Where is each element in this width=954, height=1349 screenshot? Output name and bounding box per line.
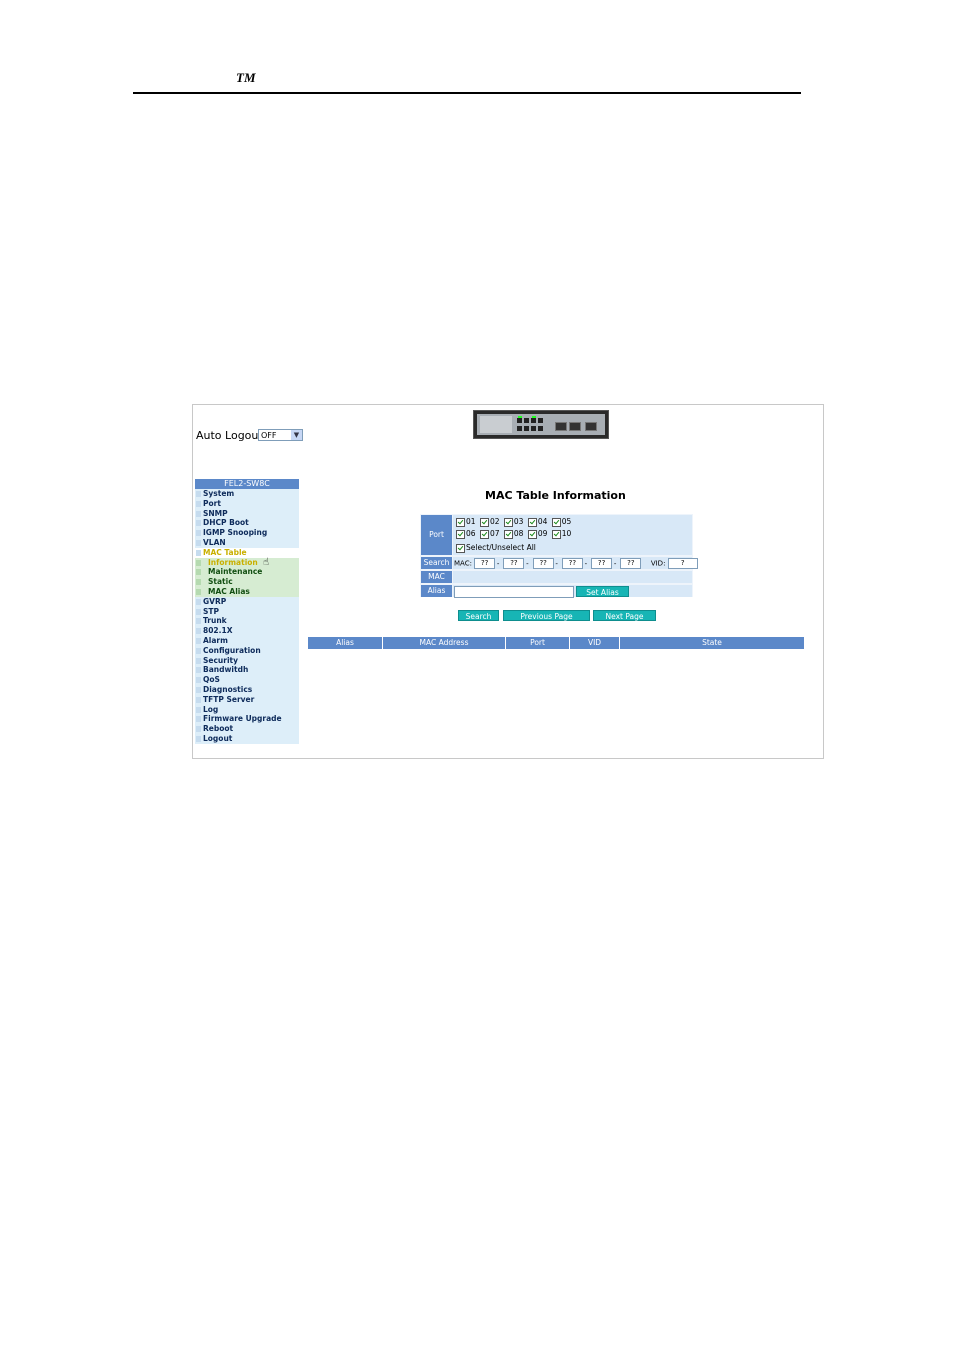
sidebar-item-dhcp-boot[interactable]: DHCP Boot	[195, 518, 299, 529]
sidebar-item-bandwidth[interactable]: Bandwitdh	[195, 665, 299, 676]
column-header-alias: Alias	[308, 637, 383, 649]
sidebar-item-snmp[interactable]: SNMP	[195, 508, 299, 519]
page-title: MAC Table Information	[485, 489, 626, 502]
mac-octet-4-input[interactable]: ??	[561, 558, 583, 569]
sidebar-item-alarm[interactable]: Alarm	[195, 635, 299, 646]
switch-device-image	[473, 410, 609, 439]
sidebar-item-diagnostics[interactable]: Diagnostics	[195, 684, 299, 695]
sidebar-subitem-information[interactable]: Information ☝	[195, 556, 299, 568]
mac-separator: -	[526, 559, 529, 568]
mac-octet-3-input[interactable]: ??	[532, 558, 554, 569]
chevron-down-icon[interactable]: ▼	[291, 430, 302, 440]
auto-logout-label: Auto Logout	[196, 429, 263, 442]
mac-octet-5-input[interactable]: ??	[591, 558, 613, 569]
mac-label: MAC	[421, 571, 452, 583]
port-checkbox-09[interactable]: 09	[527, 529, 547, 539]
port-checkbox-07[interactable]: 07	[479, 529, 499, 539]
port-checkbox-03[interactable]: 03	[503, 517, 523, 527]
mac-search-form: Port 01 02 03 04 05 06 07 08 09 10 Selec…	[420, 514, 698, 598]
sidebar-item-gvrp[interactable]: GVRP	[195, 596, 299, 607]
sidebar-item-firmware-upgrade[interactable]: Firmware Upgrade	[195, 714, 299, 725]
auto-logout-select[interactable]: OFF ▼	[258, 429, 303, 441]
sidebar-subitem-label: Information	[208, 557, 258, 567]
column-header-port: Port	[506, 637, 570, 649]
sidebar-item-port[interactable]: Port	[195, 498, 299, 509]
sidebar-item-log[interactable]: Log	[195, 704, 299, 715]
port-checkbox-row-1: 01 02 03 04 05	[456, 517, 573, 527]
sidebar-item-igmp-snooping[interactable]: IGMP Snooping	[195, 528, 299, 538]
alias-input[interactable]	[454, 586, 574, 598]
port-checkbox-08[interactable]: 08	[503, 529, 523, 539]
port-label: Port	[421, 515, 452, 555]
mac-separator: -	[613, 559, 617, 568]
mac-octet-1-input[interactable]: ??	[474, 558, 496, 569]
port-checkbox-row-2: 06 07 08 09 10	[456, 529, 573, 539]
previous-page-button[interactable]: Previous Page	[503, 610, 590, 621]
sidebar-subitem-maintenance[interactable]: Maintenance	[195, 567, 299, 578]
header-rule	[133, 92, 801, 94]
vid-input[interactable]: ?	[667, 558, 698, 569]
sidebar-item-8021x[interactable]: 802.1X	[195, 626, 299, 636]
sidebar-subitem-static[interactable]: Static	[195, 577, 299, 587]
sidebar-subitem-mac-alias[interactable]: MAC Alias	[195, 586, 299, 597]
mac-search-row: MAC: ?? - ?? - ?? - ?? - ?? - ?? VID: ?	[454, 558, 698, 569]
sidebar-item-configuration[interactable]: Configuration	[195, 645, 299, 656]
select-all-label: Select/Unselect All	[466, 543, 536, 552]
sidebar-item-stp[interactable]: STP	[195, 606, 299, 617]
port-checkbox-01[interactable]: 01	[456, 517, 476, 527]
sidebar-item-vlan[interactable]: VLAN	[195, 537, 299, 548]
vid-label: VID:	[650, 559, 666, 568]
port-checkbox-05[interactable]: 05	[551, 517, 571, 527]
next-page-button[interactable]: Next Page	[593, 610, 656, 621]
sidebar-menu: FEL2-SW8C System Port SNMP DHCP Boot IGM…	[195, 479, 299, 744]
hand-cursor-icon: ☝	[263, 556, 270, 568]
port-checkbox-06[interactable]: 06	[456, 529, 476, 539]
tm-mark: TM	[236, 70, 256, 85]
sidebar-item-logout[interactable]: Logout	[195, 733, 299, 744]
sidebar-item-mac-table[interactable]: MAC Table	[195, 547, 299, 558]
auto-logout-value: OFF	[261, 431, 277, 440]
sidebar-item-security[interactable]: Security	[195, 655, 299, 666]
port-checkbox-04[interactable]: 04	[527, 517, 547, 527]
mac-separator: -	[584, 559, 588, 568]
sidebar-item-system[interactable]: System	[195, 489, 299, 499]
search-label: Search	[421, 557, 452, 569]
column-header-mac-address: MAC Address	[383, 637, 506, 649]
set-alias-button[interactable]: Set Alias	[576, 586, 629, 597]
search-button[interactable]: Search	[458, 610, 499, 621]
port-checkbox-10[interactable]: 10	[551, 529, 571, 539]
web-ui-screenshot: Auto Logout OFF ▼ FEL2-SW8C System Port …	[192, 404, 824, 759]
column-header-state: State	[620, 637, 805, 649]
port-checkbox-02[interactable]: 02	[479, 517, 499, 527]
alias-label: Alias	[421, 585, 452, 597]
mac-octet-6-input[interactable]: ??	[620, 558, 642, 569]
sidebar-item-reboot[interactable]: Reboot	[195, 724, 299, 734]
mac-field-bg	[453, 571, 692, 583]
mac-separator: -	[496, 559, 500, 568]
column-header-vid: VID	[570, 637, 620, 649]
mac-table-header: Alias MAC Address Port VID State	[308, 637, 805, 649]
sidebar-item-qos[interactable]: QoS	[195, 675, 299, 685]
sidebar-item-trunk[interactable]: Trunk	[195, 616, 299, 627]
mac-separator: -	[555, 559, 558, 568]
mac-prefix-label: MAC:	[454, 559, 472, 568]
sidebar-title: FEL2-SW8C	[195, 479, 299, 489]
sidebar-item-tftp-server[interactable]: TFTP Server	[195, 694, 299, 705]
mac-octet-2-input[interactable]: ??	[503, 558, 525, 569]
select-all-checkbox[interactable]: Select/Unselect All	[456, 543, 536, 553]
